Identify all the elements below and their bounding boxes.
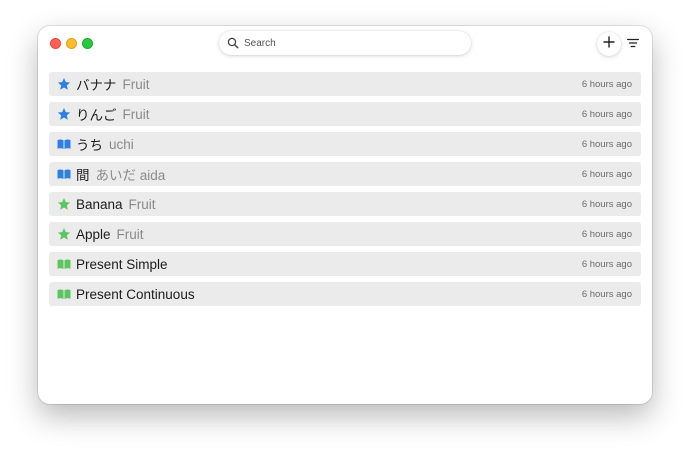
add-button[interactable]	[597, 32, 621, 56]
item-subtitle: Fruit	[116, 226, 144, 242]
item-timestamp: 6 hours ago	[581, 78, 632, 90]
list-item[interactable]: バナナ Fruit 6 hours ago	[49, 72, 641, 96]
book-icon	[57, 287, 71, 301]
item-subtitle: あいだ aida	[95, 168, 166, 183]
plus-icon	[603, 35, 615, 53]
item-timestamp: 6 hours ago	[581, 198, 632, 210]
item-timestamp: 6 hours ago	[581, 168, 632, 180]
list-item[interactable]: Present Simple 6 hours ago	[49, 252, 641, 276]
filter-button[interactable]	[621, 32, 645, 56]
close-window-button[interactable]	[50, 38, 61, 49]
star-icon	[57, 77, 71, 91]
search-input[interactable]	[244, 37, 464, 49]
title-bar	[38, 26, 652, 66]
item-title: Present Continuous	[76, 286, 195, 302]
book-icon	[57, 137, 71, 151]
item-title: りんご	[76, 108, 117, 123]
list-item[interactable]: Apple Fruit 6 hours ago	[49, 222, 641, 246]
item-timestamp: 6 hours ago	[581, 258, 632, 270]
item-timestamp: 6 hours ago	[581, 228, 632, 240]
item-subtitle: Fruit	[128, 196, 156, 212]
list-item[interactable]: 間あいだ aida 6 hours ago	[49, 162, 641, 186]
search-field[interactable]	[219, 31, 471, 55]
list-item[interactable]: うち uchi 6 hours ago	[49, 132, 641, 156]
item-timestamp: 6 hours ago	[581, 288, 632, 300]
app-window: バナナFruit6 hours agoりんごFruit6 hours agoうち…	[38, 26, 652, 404]
list-item[interactable]: Banana Fruit 6 hours ago	[49, 192, 641, 216]
item-title: うち	[76, 138, 103, 153]
item-subtitle: uchi	[109, 136, 134, 152]
star-icon	[57, 227, 71, 241]
item-title: バナナ	[76, 78, 117, 93]
item-title: 間	[76, 168, 90, 183]
item-title: Apple	[76, 226, 111, 242]
star-icon	[57, 197, 71, 211]
item-title: Banana	[76, 196, 123, 212]
search-icon	[227, 37, 239, 49]
item-title: Present Simple	[76, 256, 168, 272]
list-item[interactable]: りんご Fruit 6 hours ago	[49, 102, 641, 126]
list-item[interactable]: Present Continuous 6 hours ago	[49, 282, 641, 306]
minimize-window-button[interactable]	[66, 38, 77, 49]
item-subtitle: Fruit	[122, 76, 150, 92]
book-icon	[57, 167, 71, 181]
zoom-window-button[interactable]	[82, 38, 93, 49]
item-timestamp: 6 hours ago	[581, 108, 632, 120]
item-subtitle: Fruit	[122, 106, 150, 122]
item-list: バナナ Fruit 6 hours ago りんご Fruit 6 hours ago うち…	[49, 72, 641, 312]
item-timestamp: 6 hours ago	[581, 138, 632, 150]
book-icon	[57, 257, 71, 271]
filter-lines-icon	[627, 35, 639, 53]
star-icon	[57, 107, 71, 121]
